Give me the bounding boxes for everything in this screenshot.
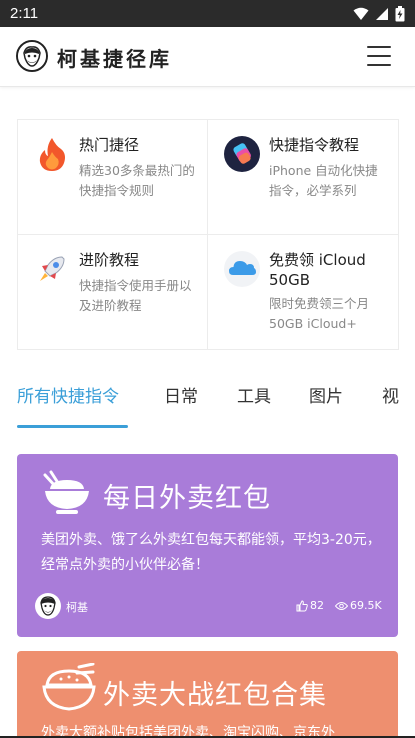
app-title: 柯基捷径库 [57, 47, 172, 71]
category-desc: 快捷指令使用手册以及进阶教程 [79, 278, 192, 313]
avatar [35, 593, 61, 619]
category-desc: iPhone 自动化快捷指令，必学系列 [269, 163, 378, 198]
tab-video[interactable]: 视 [382, 382, 399, 407]
card-desc: 美团外卖、饿了么外卖红包每天都能领，平均3-20元，经常点外卖的小伙伴必备！ [41, 532, 381, 573]
corgi-logo[interactable] [16, 40, 48, 72]
author-name: 柯基 [66, 601, 88, 614]
category-free-icloud[interactable]: 免费领 iCloud 50GB 限时免费领三个月 50GB iCloud+ [208, 235, 398, 350]
tab-daily[interactable]: 日常 [164, 382, 198, 407]
category-tabs: 所有快捷指令 日常 工具 图片 视 [0, 376, 415, 431]
shortcuts-app-icon [224, 136, 260, 172]
icloud-icon [224, 251, 260, 287]
rocket-icon [40, 256, 65, 281]
thumbs-up-icon [296, 599, 308, 611]
tab-images[interactable]: 图片 [309, 382, 343, 407]
category-title: 进阶教程 [79, 251, 140, 269]
status-time: 2:11 [10, 5, 39, 22]
status-icons [353, 6, 405, 22]
category-title: 快捷指令教程 [269, 136, 360, 154]
card-title: 外卖大战红包合集 [103, 680, 327, 711]
fire-icon [39, 138, 65, 171]
category-grid: 热门捷径 精选30多条最热门的快捷指令规则 快捷指令教程 iPhone 自动化快… [17, 119, 399, 350]
like-count-value: 82 [310, 599, 324, 612]
category-desc: 限时免费领三个月 50GB iCloud+ [269, 296, 370, 331]
category-desc: 精选30多条最热门的快捷指令规则 [79, 163, 195, 198]
status-bar: 2:11 [0, 0, 415, 27]
food-bowl-icon [43, 470, 89, 514]
shortcut-card[interactable]: 外卖大战红包合集 外卖大额补贴包括美团外卖、淘宝闪购、京东外 [17, 651, 398, 738]
like-count[interactable]: 82 [296, 599, 324, 612]
tab-all-shortcuts[interactable]: 所有快捷指令 [17, 382, 119, 407]
category-title: 免费领 iCloud 50GB [269, 251, 366, 289]
food-bowl-icon [42, 663, 96, 711]
active-tab-indicator [17, 425, 128, 428]
category-shortcuts-tutorial[interactable]: 快捷指令教程 iPhone 自动化快捷指令，必学系列 [208, 120, 398, 235]
hamburger-menu-icon[interactable] [367, 46, 391, 66]
battery-icon [395, 6, 405, 22]
category-hot-shortcuts[interactable]: 热门捷径 精选30多条最热门的快捷指令规则 [18, 120, 208, 235]
app-bar: 柯基捷径库 [0, 27, 415, 87]
eye-icon [335, 601, 348, 610]
category-title: 热门捷径 [79, 136, 140, 154]
tab-tools[interactable]: 工具 [237, 382, 271, 407]
wifi-icon [353, 7, 369, 20]
signal-icon [376, 8, 388, 20]
card-title: 每日外卖红包 [103, 483, 271, 514]
view-count-value: 69.5K [350, 599, 382, 612]
category-advanced-tutorial[interactable]: 进阶教程 快捷指令使用手册以及进阶教程 [18, 235, 208, 350]
view-count: 69.5K [335, 599, 382, 612]
shortcut-card[interactable]: 每日外卖红包 美团外卖、饿了么外卖红包每天都能领，平均3-20元，经常点外卖的小… [17, 454, 398, 637]
